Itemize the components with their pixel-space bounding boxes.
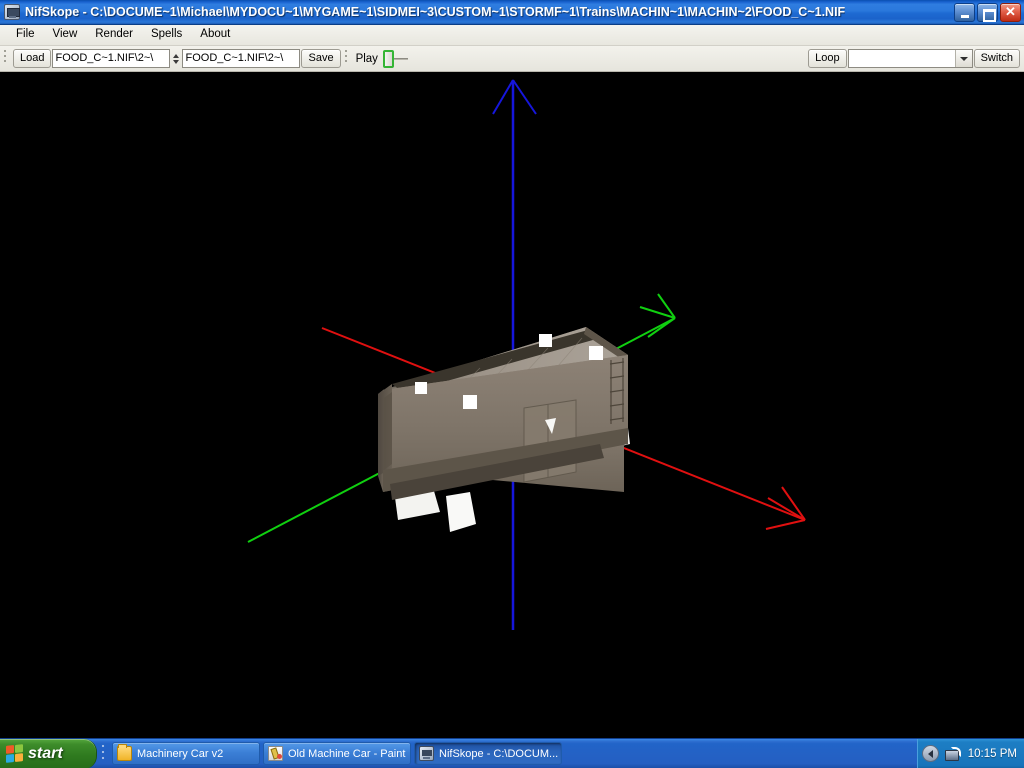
- switch-button[interactable]: Switch: [973, 49, 1020, 68]
- menu-about[interactable]: About: [191, 27, 239, 44]
- axis-x-arrowhead: [765, 486, 806, 530]
- save-button[interactable]: Save: [301, 49, 341, 68]
- axis-z-arrowhead: [492, 79, 537, 115]
- window-titlebar: NifSkope - C:\DOCUME~1\Michael\MYDOCU~1\…: [0, 0, 1024, 25]
- chevron-down-icon[interactable]: [954, 50, 972, 67]
- taskbar-item-label: Machinery Car v2: [137, 747, 224, 760]
- taskbar: start Machinery Car v2 Old Machine Car -…: [0, 738, 1024, 768]
- load-path-input[interactable]: \~2\FOOD_C~1.NIF: [52, 49, 171, 68]
- animation-select[interactable]: [847, 49, 973, 68]
- spinner-up-icon[interactable]: [173, 53, 180, 58]
- scene-canvas[interactable]: [0, 72, 1024, 738]
- animation-slider[interactable]: [382, 49, 408, 68]
- menubar: File View Render Spells About: [0, 25, 1024, 46]
- close-icon: ✕: [1005, 3, 1016, 19]
- path-spinner[interactable]: [172, 49, 180, 68]
- food-car-boxcar-model[interactable]: [378, 327, 630, 532]
- save-path-input[interactable]: \~2\FOOD_C~1.NIF: [182, 49, 301, 68]
- windows-logo-icon: [6, 744, 23, 763]
- minimize-button[interactable]: [954, 2, 975, 22]
- paint-icon: [268, 746, 283, 761]
- close-button[interactable]: ✕: [1000, 2, 1021, 22]
- taskbar-grip[interactable]: [100, 740, 109, 767]
- window-title: NifSkope - C:\DOCUME~1\Michael\MYDOCU~1\…: [25, 5, 846, 19]
- taskbar-item-old-machine-car-paint[interactable]: Old Machine Car - Paint: [263, 742, 411, 765]
- desktop-root: NifSkope - C:\DOCUME~1\Michael\MYDOCU~1\…: [0, 0, 1024, 768]
- taskbar-item-nifskope[interactable]: NifSkope - C:\DOCUM...: [414, 742, 562, 765]
- play-label: Play: [355, 52, 378, 65]
- menu-file[interactable]: File: [7, 27, 44, 44]
- system-tray: 10:15 PM: [916, 738, 1024, 768]
- taskbar-item-label: NifSkope - C:\DOCUM...: [439, 747, 559, 760]
- animation-slider-track[interactable]: [393, 57, 408, 60]
- menu-render[interactable]: Render: [86, 27, 142, 44]
- network-icon[interactable]: [944, 746, 961, 761]
- load-button[interactable]: Load: [13, 49, 52, 68]
- clock[interactable]: 10:15 PM: [968, 748, 1017, 760]
- taskbar-item-machinery-car[interactable]: Machinery Car v2: [112, 742, 260, 765]
- menu-spells[interactable]: Spells: [142, 27, 191, 44]
- render-viewport[interactable]: [0, 72, 1024, 738]
- main-toolbar: Load \~2\FOOD_C~1.NIF \~2\FOOD_C~1.NIF S…: [0, 46, 1024, 72]
- model-left-end-rib: [384, 392, 392, 470]
- folder-icon: [117, 744, 132, 761]
- spinner-down-icon[interactable]: [173, 59, 180, 64]
- restore-button[interactable]: [977, 2, 998, 22]
- nifskope-icon: [4, 4, 20, 20]
- toolbar-filler: [408, 58, 808, 59]
- axis-y-arrowhead: [639, 293, 676, 338]
- nifskope-icon: [419, 746, 434, 761]
- taskbar-item-label: Old Machine Car - Paint: [288, 747, 406, 760]
- animation-slider-handle[interactable]: [382, 49, 394, 68]
- toolbar-grip-file[interactable]: [3, 48, 10, 69]
- window-controls: ✕: [954, 2, 1021, 22]
- start-button[interactable]: start: [0, 738, 97, 768]
- menu-view[interactable]: View: [44, 27, 87, 44]
- toolbar-grip-anim[interactable]: [343, 48, 351, 69]
- start-button-label: start: [28, 744, 63, 762]
- loop-button[interactable]: Loop: [808, 49, 847, 68]
- show-hidden-icons-icon[interactable]: [921, 745, 939, 762]
